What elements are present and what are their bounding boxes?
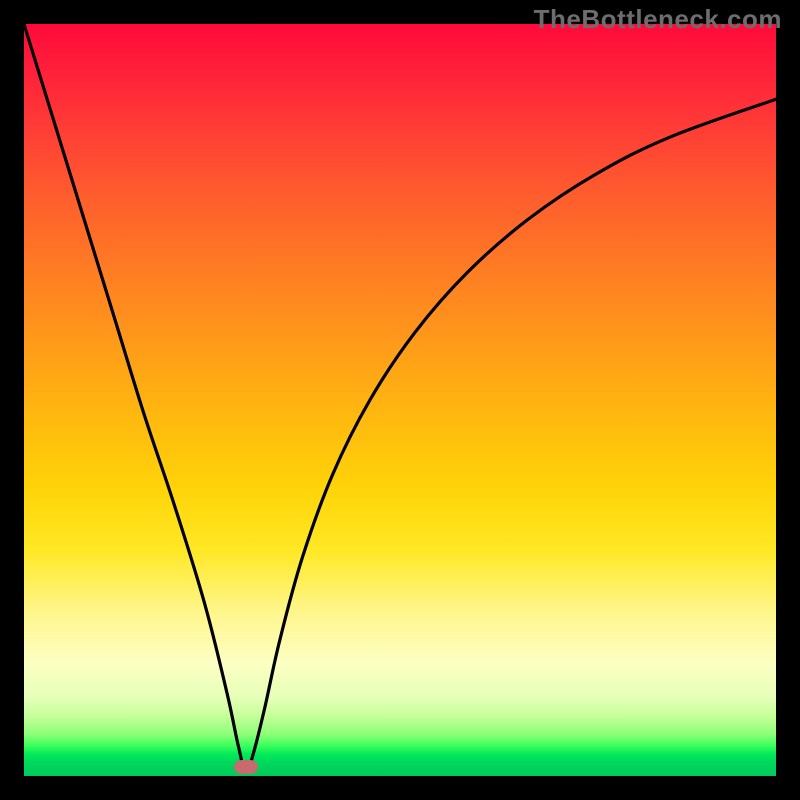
bottleneck-curve xyxy=(24,24,776,776)
minimum-marker xyxy=(234,760,258,774)
chart-frame: TheBottleneck.com xyxy=(0,0,800,800)
plot-area xyxy=(24,24,776,776)
watermark-text: TheBottleneck.com xyxy=(534,4,782,35)
